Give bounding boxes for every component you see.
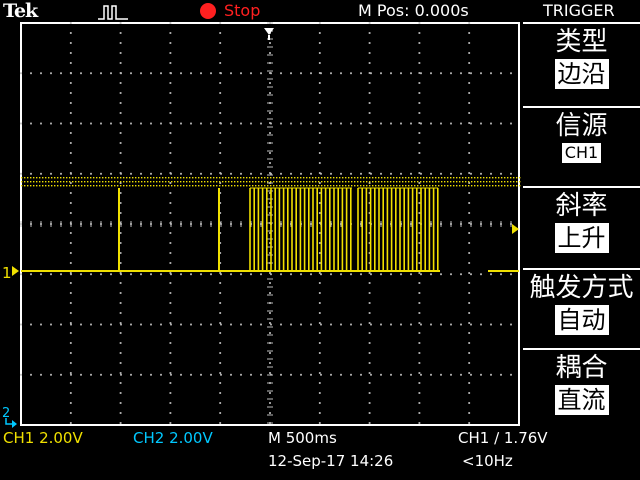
menu-item-coupling[interactable]: 耦合 直流 [523, 348, 640, 428]
ch1-trace [21, 187, 519, 272]
ch1-scale: CH1 2.00V [3, 429, 83, 447]
datetime: 12-Sep-17 14:26 [268, 452, 394, 470]
frequency: <10Hz [462, 452, 513, 470]
timebase: M 500ms [268, 429, 337, 447]
trigger-menu: 类型 边沿 信源 CH1 斜率 上升 触发方式 自动 耦合 直流 [523, 22, 640, 428]
menu-item-slope[interactable]: 斜率 上升 [523, 186, 640, 268]
menu-item-mode[interactable]: 触发方式 自动 [523, 268, 640, 348]
ch1-marker: 1 [2, 264, 12, 282]
menu-item-type[interactable]: 类型 边沿 [523, 22, 640, 102]
ch2-scale: CH2 2.00V [133, 429, 213, 447]
trigger-level-marker [512, 224, 519, 234]
trigger-readout: CH1 ∕ 1.76V [458, 429, 548, 447]
menu-item-source[interactable]: 信源 CH1 [523, 106, 640, 184]
